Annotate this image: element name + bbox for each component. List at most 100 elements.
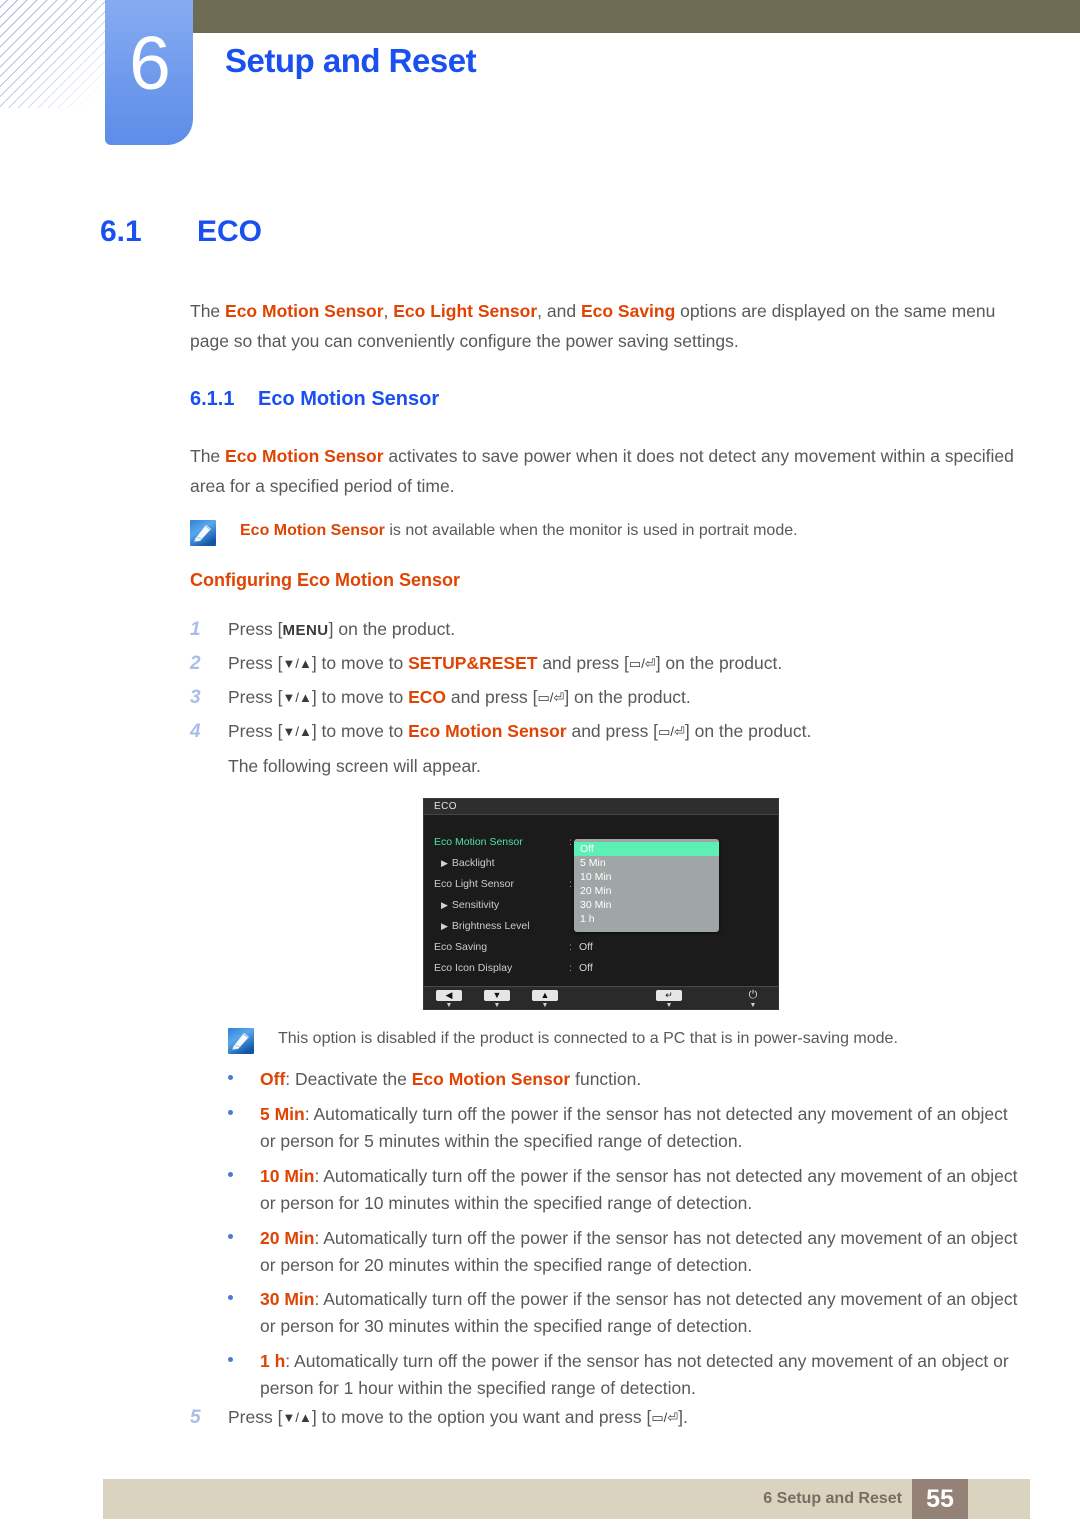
note-text: Eco Motion Sensor is not available when … <box>240 518 1030 544</box>
osd-dropdown-option[interactable]: 30 Min <box>574 898 719 912</box>
intro-text-a: The <box>190 301 226 321</box>
osd-button-left-arrow[interactable]: ◀ ▼ <box>436 990 462 1009</box>
osd-row-label: Sensitivity <box>451 898 500 911</box>
step-text: Press [▼/▲] to move to ECO and press [▭/… <box>228 687 691 707</box>
intro-text-c: , and <box>537 301 581 321</box>
osd-dropdown-option[interactable]: 20 Min <box>574 884 719 898</box>
bullet-text: 30 Min: Automatically turn off the power… <box>260 1286 1028 1340</box>
osd-row-value: Off <box>579 940 593 953</box>
button-tick-icon: ▼ <box>493 1002 501 1009</box>
bullet-dot-icon <box>228 1110 233 1115</box>
step-text: Press [MENU] on the product. <box>228 619 456 639</box>
note-pencil-icon <box>190 520 216 546</box>
osd-dropdown-option[interactable]: 1 h <box>574 912 719 926</box>
bullet-text: 1 h: Automatically turn off the power if… <box>260 1348 1028 1402</box>
note-text: This option is disabled if the product i… <box>278 1030 898 1047</box>
note-pencil-icon <box>228 1028 254 1054</box>
bullet-item-30min: 30 Min: Automatically turn off the power… <box>228 1286 1028 1340</box>
osd-body: Eco Motion Sensor : ▶ Backlight Eco Light… <box>424 815 778 987</box>
bullet-term: 10 Min <box>260 1166 315 1186</box>
step-followup-text: The following screen will appear. <box>228 756 481 776</box>
osd-row-value: Off <box>579 961 593 974</box>
subsection-keyword: Eco Motion Sensor <box>225 446 384 466</box>
osd-titlebar: ECO <box>424 799 778 815</box>
bullet-dot-icon <box>228 1295 233 1300</box>
bullet-body-a: : Automatically turn off the power if th… <box>260 1228 1018 1275</box>
bullet-item-5min: 5 Min: Automatically turn off the power … <box>228 1101 1028 1155</box>
button-tick-icon: ▼ <box>665 1002 673 1009</box>
chapter-number: 6 <box>129 21 171 105</box>
down-arrow-icon: ▼ <box>484 990 510 1001</box>
bullet-body-a: : Automatically turn off the power if th… <box>260 1289 1018 1336</box>
bullet-body-a: : Automatically turn off the power if th… <box>260 1166 1018 1213</box>
step-item: 1 Press [MENU] on the product. <box>190 616 1020 644</box>
subsection-heading: 6.1.1 Eco Motion Sensor <box>190 388 439 411</box>
step-keyword: Eco Motion Sensor <box>408 721 567 741</box>
osd-row-eco-saving[interactable]: Eco Saving : Off <box>434 936 770 957</box>
osd-row-label: Backlight <box>451 856 495 869</box>
osd-row-label: Eco Saving <box>434 940 488 953</box>
bullet-body-keyword: Eco Motion Sensor <box>411 1069 571 1089</box>
osd-row-label: Eco Light Sensor <box>434 877 514 890</box>
decorative-hatch-pattern <box>0 0 108 108</box>
osd-row-label: Eco Icon Display <box>434 961 513 974</box>
triangle-right-icon: ▶ <box>441 920 448 931</box>
osd-button-enter[interactable]: ↵ ▼ <box>656 990 682 1009</box>
section-title: ECO <box>197 215 263 248</box>
bullet-text: Off: Deactivate the Eco Motion Sensor fu… <box>260 1066 1028 1093</box>
footer-chapter-label: 6 Setup and Reset <box>763 1490 902 1507</box>
osd-row-colon: : <box>569 961 572 974</box>
button-tick-icon: ▼ <box>445 1002 453 1009</box>
bullet-dot-icon <box>228 1075 233 1080</box>
osd-button-up-arrow[interactable]: ▲ ▼ <box>532 990 558 1009</box>
step-number: 3 <box>190 687 201 708</box>
osd-row-eco-icon-display[interactable]: Eco Icon Display : Off <box>434 957 770 978</box>
subsection-text-a: The <box>190 446 226 466</box>
subsection-title: Eco Motion Sensor <box>258 388 440 410</box>
left-arrow-icon: ◀ <box>436 990 462 1001</box>
step-item: 5 Press [▼/▲] to move to the option you … <box>190 1404 1020 1431</box>
button-tick-icon: ▼ <box>541 1002 549 1009</box>
subsection-paragraph: The Eco Motion Sensor activates to save … <box>190 441 1020 501</box>
bullet-text: 20 Min: Automatically turn off the power… <box>260 1225 1028 1279</box>
button-tick-icon: ▼ <box>749 1002 757 1009</box>
bullet-item-10min: 10 Min: Automatically turn off the power… <box>228 1163 1028 1217</box>
configuring-heading: Configuring Eco Motion Sensor <box>190 570 460 590</box>
osd-button-power[interactable]: ⏻ ▼ <box>740 989 766 1010</box>
page-number: 55 <box>912 1479 968 1519</box>
osd-menu-screenshot: ECO Eco Motion Sensor : ▶ Backlight Eco L… <box>423 798 779 1010</box>
chapter-tab: 6 <box>105 0 193 145</box>
bullet-body-a: : Deactivate the <box>285 1069 412 1089</box>
step-item: 3 Press [▼/▲] to move to ECO and press [… <box>190 684 1020 711</box>
osd-row-label-wrap: ▶ Sensitivity <box>434 899 576 911</box>
intro-text-b: , <box>383 301 394 321</box>
step-number: 5 <box>190 1407 201 1428</box>
step-item: 4 Press [▼/▲] to move to Eco Motion Sens… <box>190 718 1020 745</box>
bullet-body-b: function. <box>570 1069 642 1089</box>
osd-dropdown-option[interactable]: 10 Min <box>574 870 719 884</box>
intro-keyword-2: Eco Light Sensor <box>393 301 538 321</box>
osd-row-label-wrap: ▶ Brightness Level <box>434 920 576 932</box>
step-text: Press [▼/▲] to move to the option you wa… <box>228 1407 688 1427</box>
page-footer: 6 Setup and Reset 55 <box>103 1479 1030 1519</box>
note-body: is not available when the monitor is use… <box>384 522 798 539</box>
osd-button-down-arrow[interactable]: ▼ ▼ <box>484 990 510 1009</box>
header-olive-bar <box>193 0 1080 33</box>
step-number: 4 <box>190 721 201 742</box>
step-item: 2 Press [▼/▲] to move to SETUP&RESET and… <box>190 650 1020 677</box>
osd-dropdown-option[interactable]: Off <box>574 842 719 856</box>
osd-dropdown-option[interactable]: 5 Min <box>574 856 719 870</box>
bullet-dot-icon <box>228 1357 233 1362</box>
enter-icon: ↵ <box>656 990 682 1001</box>
osd-row-label: Brightness Level <box>451 919 530 932</box>
section-number: 6.1 <box>100 215 142 248</box>
power-icon: ⏻ <box>748 989 758 1001</box>
bullet-dot-icon <box>228 1172 233 1177</box>
osd-title: ECO <box>434 801 457 812</box>
osd-dropdown-eco-motion-sensor[interactable]: Off 5 Min 10 Min 20 Min 30 Min 1 h <box>574 839 719 932</box>
osd-row-label-wrap: ▶ Backlight <box>434 857 576 869</box>
bullet-text: 5 Min: Automatically turn off the power … <box>260 1101 1028 1155</box>
intro-keyword-1: Eco Motion Sensor <box>225 301 384 321</box>
bullet-item-1h: 1 h: Automatically turn off the power if… <box>228 1348 1028 1402</box>
step-keyword: SETUP&RESET <box>408 653 538 673</box>
